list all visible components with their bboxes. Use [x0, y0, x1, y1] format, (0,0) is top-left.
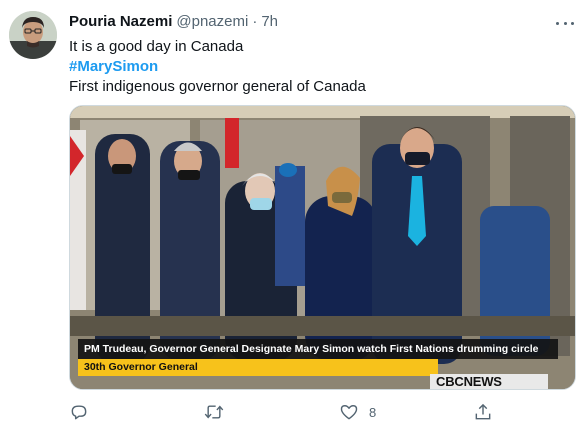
- chyron-headline: PM Trudeau, Governor General Designate M…: [78, 339, 558, 359]
- share-icon: [473, 402, 493, 422]
- tweet-card[interactable]: Pouria Nazemi @pnazemi · 7h It is a good…: [0, 0, 579, 431]
- heart-icon: [339, 402, 359, 422]
- chyron-subtitle: 30th Governor General: [78, 359, 438, 376]
- reply-button[interactable]: [69, 401, 99, 423]
- tweet-line: It is a good day in Canada: [69, 38, 244, 55]
- avatar[interactable]: [9, 11, 57, 59]
- like-count: 8: [369, 404, 377, 420]
- tweet-media-photo[interactable]: PM Trudeau, Governor General Designate M…: [69, 105, 576, 390]
- separator-dot: ·: [252, 13, 258, 30]
- author-name[interactable]: Pouria Nazemi: [69, 13, 172, 30]
- retweet-icon: [203, 402, 225, 422]
- timestamp[interactable]: 7h: [261, 13, 278, 30]
- author-handle[interactable]: @pnazemi: [176, 13, 248, 30]
- more-icon[interactable]: [556, 14, 574, 32]
- share-button[interactable]: [473, 401, 503, 423]
- retweet-button[interactable]: [203, 401, 235, 423]
- network-logo: CBCNEWS: [430, 374, 548, 389]
- tweet-line: First indigenous governor general of Can…: [69, 78, 366, 95]
- reply-icon: [69, 402, 89, 422]
- like-button[interactable]: 8: [339, 401, 376, 423]
- tweet-header: Pouria Nazemi @pnazemi · 7h: [69, 13, 549, 33]
- tweet-text: It is a good day in Canada #MarySimon Fi…: [69, 37, 549, 97]
- action-bar: 8: [69, 401, 499, 423]
- hashtag-link[interactable]: #MarySimon: [69, 57, 549, 77]
